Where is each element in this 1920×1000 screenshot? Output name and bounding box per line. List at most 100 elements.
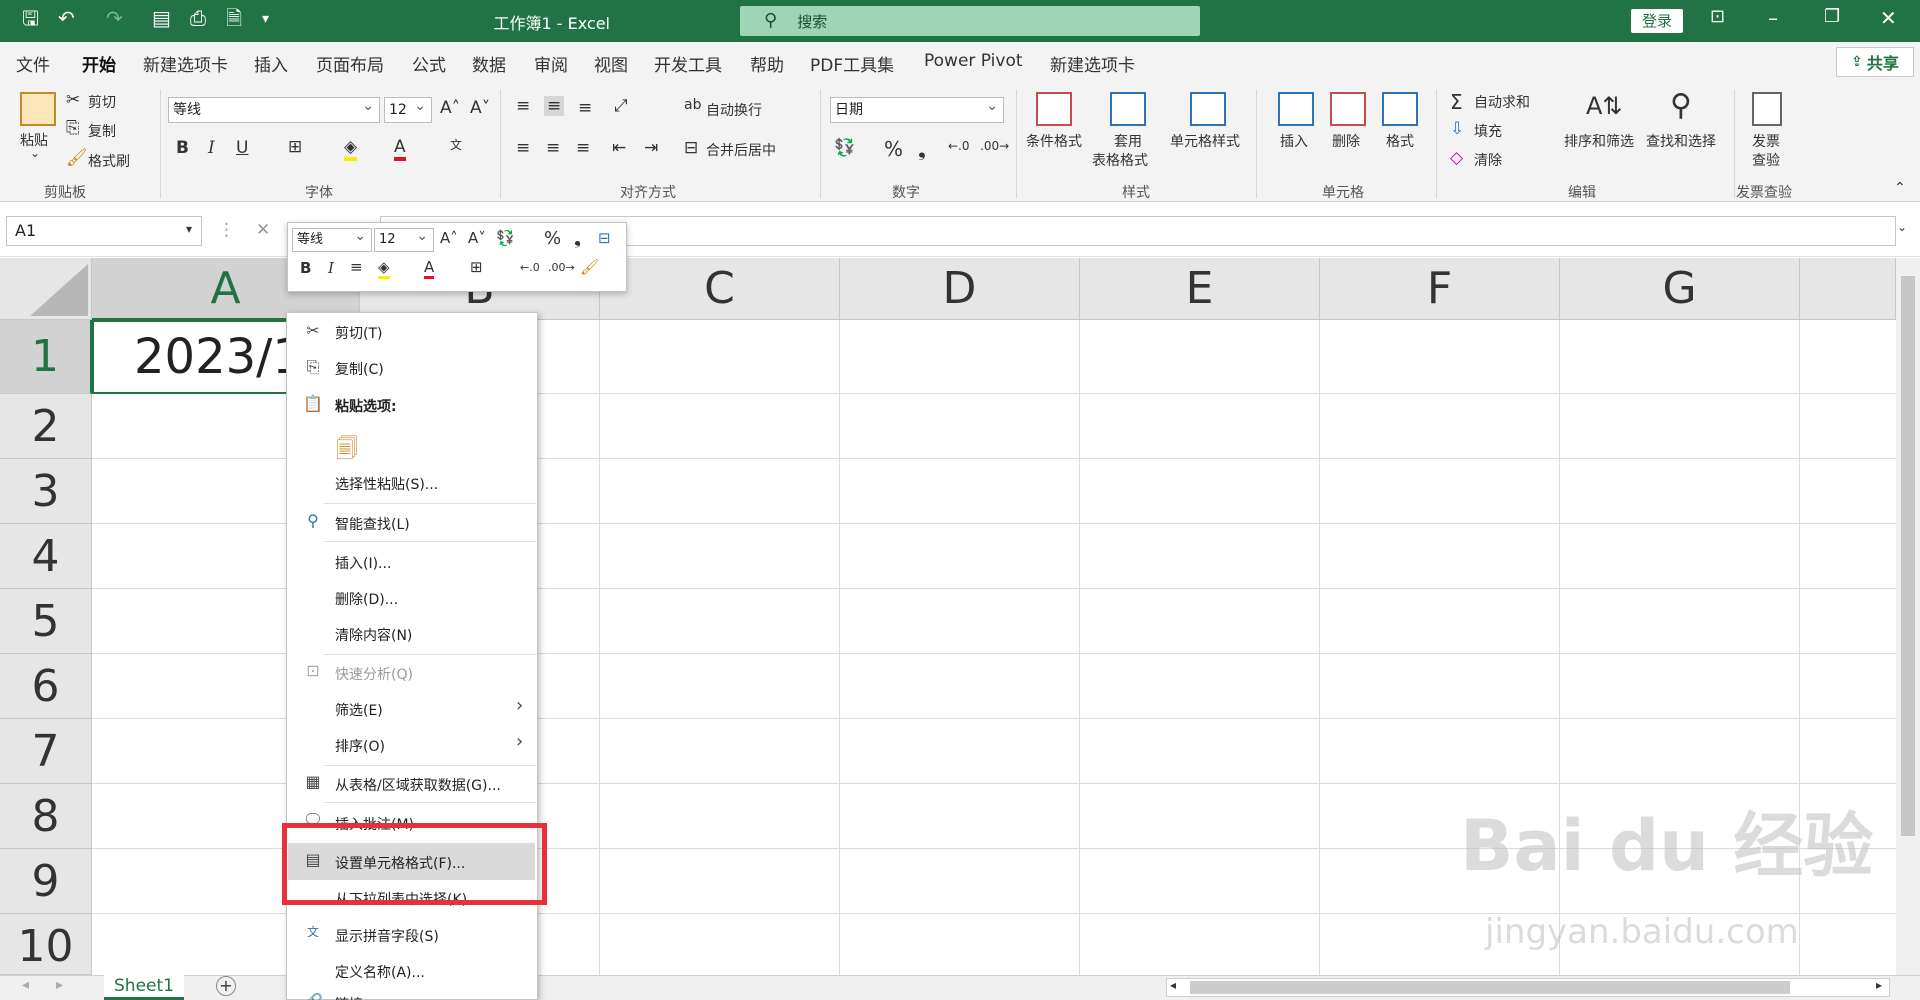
comma-icon[interactable]: ❟ — [918, 137, 926, 161]
tab-formulas[interactable]: 公式 — [412, 51, 446, 76]
minimize-icon[interactable]: – — [1768, 8, 1778, 28]
column-header-g[interactable]: G — [1560, 258, 1800, 320]
borders-icon[interactable]: ⊞ — [288, 137, 302, 157]
conditional-format-button[interactable]: 条件格式 — [1026, 131, 1082, 151]
align-center-icon[interactable]: ≡ — [546, 138, 560, 158]
merge-center-button[interactable]: 合并后居中 — [706, 140, 776, 160]
vertical-scroll-thumb[interactable] — [1901, 276, 1915, 836]
mini-merge-icon[interactable]: ⊟ — [598, 229, 611, 247]
align-middle-icon[interactable]: ≡ — [544, 96, 565, 116]
delete-cells-button[interactable]: 删除 — [1332, 131, 1360, 151]
share-button[interactable]: ⇪ 共享 — [1836, 47, 1914, 77]
mini-percent-icon[interactable]: % — [544, 228, 561, 249]
menu-item-cut[interactable]: 剪切(T) — [335, 323, 382, 343]
copy-button[interactable]: 复制 — [88, 121, 116, 141]
format-as-table-line1[interactable]: 套用 — [1114, 131, 1142, 151]
tab-power-pivot[interactable]: Power Pivot — [924, 51, 1023, 71]
tab-file[interactable]: 文件 — [16, 51, 50, 76]
font-size-dropdown[interactable]: 12 — [384, 94, 432, 123]
menu-item-clear-contents[interactable]: 清除内容(N) — [335, 625, 412, 645]
mini-borders-icon[interactable]: ⊞ — [470, 258, 483, 276]
name-box[interactable]: A1 — [6, 216, 202, 246]
paste-icon[interactable] — [20, 92, 56, 126]
mini-format-painter-icon[interactable]: 🖌 — [580, 258, 599, 276]
insert-cells-button[interactable]: 插入 — [1280, 131, 1308, 151]
row-header-7[interactable]: 7 — [0, 719, 92, 784]
row-header-8[interactable]: 8 — [0, 784, 92, 849]
close-icon[interactable]: ✕ — [1880, 8, 1897, 28]
format-as-table-line2[interactable]: 表格格式 — [1092, 150, 1148, 170]
mini-decrease-decimal-icon[interactable]: .00→ — [548, 261, 575, 274]
fill-color-icon[interactable]: ◈ — [344, 137, 358, 161]
invoice-check-icon[interactable] — [1752, 92, 1782, 126]
mini-center-icon[interactable]: ≡ — [350, 258, 363, 276]
column-header-d[interactable]: D — [840, 258, 1080, 320]
find-select-button[interactable]: 查找和选择 — [1646, 131, 1716, 151]
sort-filter-icon[interactable]: A⇅ — [1586, 92, 1623, 120]
sheet-tab-sheet1[interactable]: Sheet1 — [104, 975, 184, 1000]
tab-view[interactable]: 视图 — [594, 51, 628, 76]
mini-accounting-icon[interactable]: 💱 — [496, 229, 515, 247]
format-cells-button[interactable]: 格式 — [1386, 131, 1414, 151]
insert-cells-icon[interactable] — [1278, 92, 1314, 126]
row-header-4[interactable]: 4 — [0, 524, 92, 589]
row-header-2[interactable]: 2 — [0, 394, 92, 459]
menu-item-link[interactable]: 链接 — [335, 994, 363, 1000]
vertical-scrollbar[interactable] — [1896, 258, 1920, 980]
decrease-font-icon[interactable]: A˅ — [470, 98, 490, 118]
tab-home[interactable]: 开始 — [82, 51, 116, 76]
name-box-dropdown-icon[interactable]: ▾ — [186, 222, 192, 236]
menu-item-get-data[interactable]: 从表格/区域获取数据(G)... — [335, 775, 501, 795]
delete-cells-icon[interactable] — [1330, 92, 1366, 126]
increase-font-icon[interactable]: A˄ — [440, 98, 460, 118]
tab-new-2[interactable]: 新建选项卡 — [1050, 51, 1135, 76]
column-header-e[interactable]: E — [1080, 258, 1320, 320]
row-header-1[interactable]: 1 — [0, 320, 92, 394]
fill-button[interactable]: 填充 — [1474, 121, 1502, 141]
cell-styles-icon[interactable] — [1190, 92, 1226, 126]
format-painter-button[interactable]: 格式刷 — [88, 151, 130, 171]
sort-filter-button[interactable]: 排序和筛选 — [1564, 131, 1634, 151]
invoice-check-line1[interactable]: 发票 — [1752, 131, 1780, 151]
align-bottom-icon[interactable]: ≡ — [578, 98, 592, 118]
paste-dropdown-icon[interactable]: ⌄ — [30, 146, 40, 160]
font-color-icon[interactable]: A — [394, 137, 406, 161]
cut-button[interactable]: 剪切 — [88, 92, 116, 112]
select-all-corner[interactable] — [0, 258, 92, 320]
search-box[interactable]: ⚲ 搜索 — [740, 6, 1200, 36]
menu-item-sort[interactable]: 排序(O) — [335, 736, 385, 756]
menu-item-paste-special[interactable]: 选择性粘贴(S)... — [335, 474, 438, 494]
menu-item-copy[interactable]: 复制(C) — [335, 359, 384, 379]
menu-item-insert[interactable]: 插入(I)... — [335, 553, 391, 573]
column-header-f[interactable]: F — [1320, 258, 1560, 320]
mini-increase-font-icon[interactable]: A˄ — [440, 229, 458, 247]
menu-item-phonetic[interactable]: 显示拼音字段(S) — [335, 926, 439, 946]
font-name-dropdown[interactable]: 等线 — [168, 94, 380, 123]
menu-item-delete[interactable]: 删除(D)... — [335, 589, 398, 609]
scroll-sheets-left-icon[interactable]: ◂ — [22, 977, 29, 993]
bold-button[interactable]: B — [176, 138, 189, 158]
italic-button[interactable]: I — [208, 138, 215, 158]
underline-button[interactable]: U — [236, 138, 248, 158]
align-top-icon[interactable]: ≡ — [516, 96, 530, 116]
scroll-right-icon[interactable]: ▸ — [1876, 978, 1882, 992]
tab-help[interactable]: 帮助 — [750, 51, 784, 76]
login-button[interactable]: 登录 — [1631, 9, 1683, 33]
format-cells-icon[interactable] — [1382, 92, 1418, 126]
horizontal-scroll-thumb[interactable] — [1190, 981, 1790, 994]
row-header-5[interactable]: 5 — [0, 589, 92, 654]
clear-button[interactable]: 清除 — [1474, 150, 1502, 170]
paste-option-icon[interactable]: 🗐 — [336, 432, 358, 470]
mini-size-dropdown[interactable]: 12 — [374, 225, 434, 252]
mini-fill-color-icon[interactable]: ◈ — [378, 258, 390, 279]
number-format-dropdown[interactable]: 日期 — [830, 94, 1004, 123]
tab-insert[interactable]: 插入 — [254, 51, 288, 76]
collapse-ribbon-icon[interactable]: ⌃ — [1894, 180, 1906, 196]
tab-data[interactable]: 数据 — [472, 51, 506, 76]
row-header-3[interactable]: 3 — [0, 459, 92, 524]
align-right-icon[interactable]: ≡ — [576, 138, 590, 158]
menu-item-smart-lookup[interactable]: 智能查找(L) — [335, 514, 410, 534]
menu-item-define-name[interactable]: 定义名称(A)... — [335, 962, 425, 982]
tab-pdf-tools[interactable]: PDF工具集 — [810, 51, 894, 76]
conditional-format-icon[interactable] — [1036, 92, 1072, 126]
